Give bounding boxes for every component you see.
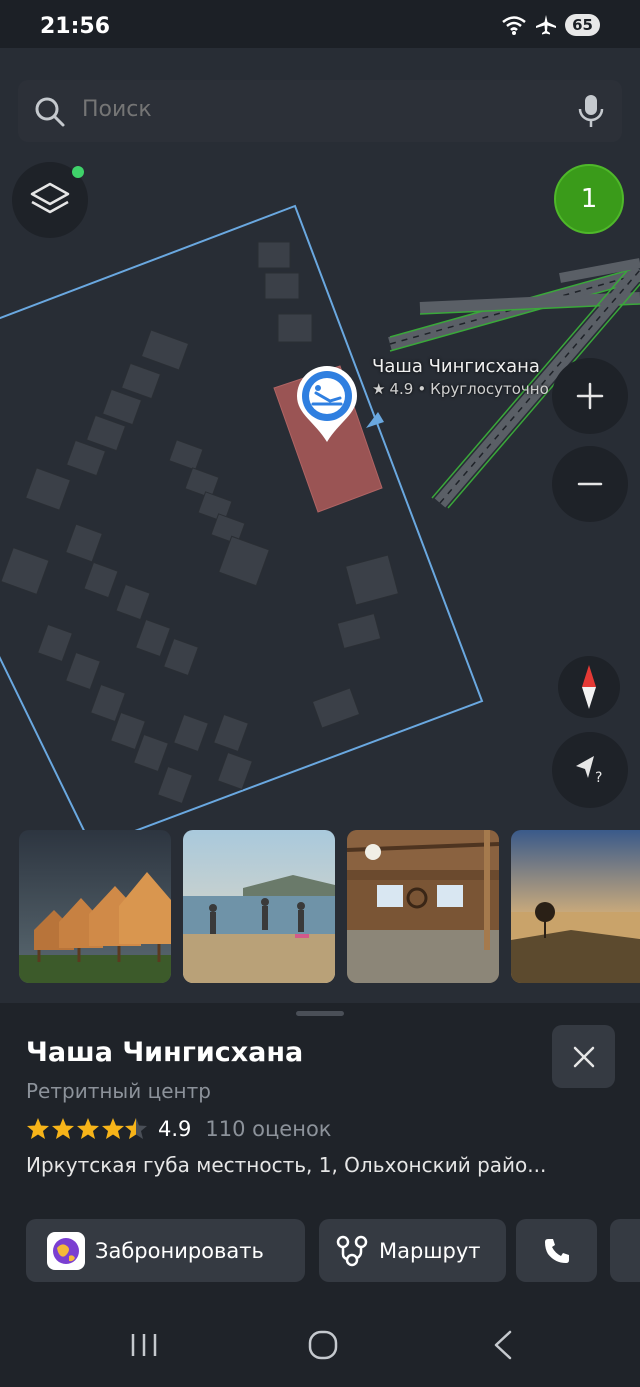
- cabins-image: [19, 830, 171, 983]
- rating-row[interactable]: 4.9 110 оценок: [26, 1117, 332, 1141]
- close-button[interactable]: [552, 1025, 615, 1088]
- status-icons: 65: [501, 14, 600, 36]
- route-icon: [336, 1235, 368, 1266]
- back-icon[interactable]: [488, 1328, 518, 1362]
- layers-button[interactable]: [12, 162, 88, 238]
- yoga-image: [183, 830, 335, 983]
- location-arrow-icon: ?: [576, 756, 602, 786]
- wifi-icon: [502, 16, 526, 35]
- compass-icon: [582, 665, 596, 709]
- separator-dot: •: [417, 380, 427, 398]
- map-poi-hours: Круглосуточно: [430, 380, 549, 398]
- microphone-icon[interactable]: [578, 94, 604, 128]
- sunset-image: [511, 830, 640, 983]
- map-poi-meta: ★ 4.9 • Круглосуточно: [372, 380, 549, 398]
- status-bar: 21:56 65: [0, 0, 640, 48]
- search-icon: [35, 97, 65, 127]
- cluster-badge[interactable]: 1: [554, 164, 624, 234]
- photo-hall[interactable]: [347, 830, 499, 983]
- hall-image: [347, 830, 499, 983]
- place-address[interactable]: Иркутская губа местность, 1, Ольхонский …: [26, 1153, 546, 1177]
- map-poi-label[interactable]: Чаша Чингисхана ★ 4.9 • Круглосуточно: [372, 356, 549, 398]
- place-category: Ретритный центр: [26, 1079, 211, 1103]
- book-button-label: Забронировать: [95, 1238, 264, 1263]
- map-poi-name: Чаша Чингисхана: [372, 356, 540, 377]
- recent-apps-icon[interactable]: [128, 1328, 160, 1362]
- battery-indicator: 65: [565, 14, 600, 36]
- search-bar[interactable]: [18, 80, 622, 142]
- call-button[interactable]: [516, 1219, 597, 1282]
- star-icons: [27, 1118, 147, 1139]
- map-poi-rating: 4.9: [389, 380, 414, 398]
- airplane-icon: [536, 15, 557, 35]
- system-nav-bar: [0, 1310, 640, 1387]
- drag-handle[interactable]: [296, 1011, 344, 1016]
- action-buttons: Забронировать Маршрут: [0, 1219, 640, 1283]
- photo-sunset[interactable]: [511, 830, 640, 983]
- photo-cabins[interactable]: [19, 830, 171, 983]
- my-location-button[interactable]: ?: [552, 732, 628, 808]
- route-button[interactable]: Маршрут: [319, 1219, 506, 1282]
- plus-icon: [576, 382, 604, 410]
- place-title: Чаша Чингисхана: [26, 1037, 304, 1068]
- route-button-label: Маршрут: [379, 1238, 481, 1263]
- layers-active-dot: [72, 166, 84, 178]
- rating-stars: [26, 1117, 148, 1141]
- book-button[interactable]: Забронировать: [26, 1219, 305, 1282]
- zoom-out-button[interactable]: [552, 446, 628, 522]
- more-action-button[interactable]: [610, 1219, 640, 1282]
- home-icon[interactable]: [306, 1328, 340, 1362]
- layers-icon: [30, 182, 70, 214]
- reviews-count[interactable]: 110 оценок: [205, 1117, 331, 1141]
- photo-yoga[interactable]: [183, 830, 335, 983]
- compass-button[interactable]: [558, 656, 620, 718]
- svg-text:?: ?: [595, 770, 602, 786]
- clock: 21:56: [40, 14, 111, 39]
- booking-globe-icon: [47, 1231, 85, 1270]
- buildings: [0, 241, 400, 805]
- zoom-in-button[interactable]: [552, 358, 628, 434]
- close-icon: [573, 1046, 594, 1067]
- search-input[interactable]: [82, 97, 562, 122]
- minus-icon: [577, 482, 603, 486]
- rating-value: 4.9: [158, 1117, 192, 1141]
- star-icon: ★: [372, 380, 386, 398]
- photo-carousel[interactable]: [0, 830, 640, 985]
- phone-icon: [544, 1238, 569, 1263]
